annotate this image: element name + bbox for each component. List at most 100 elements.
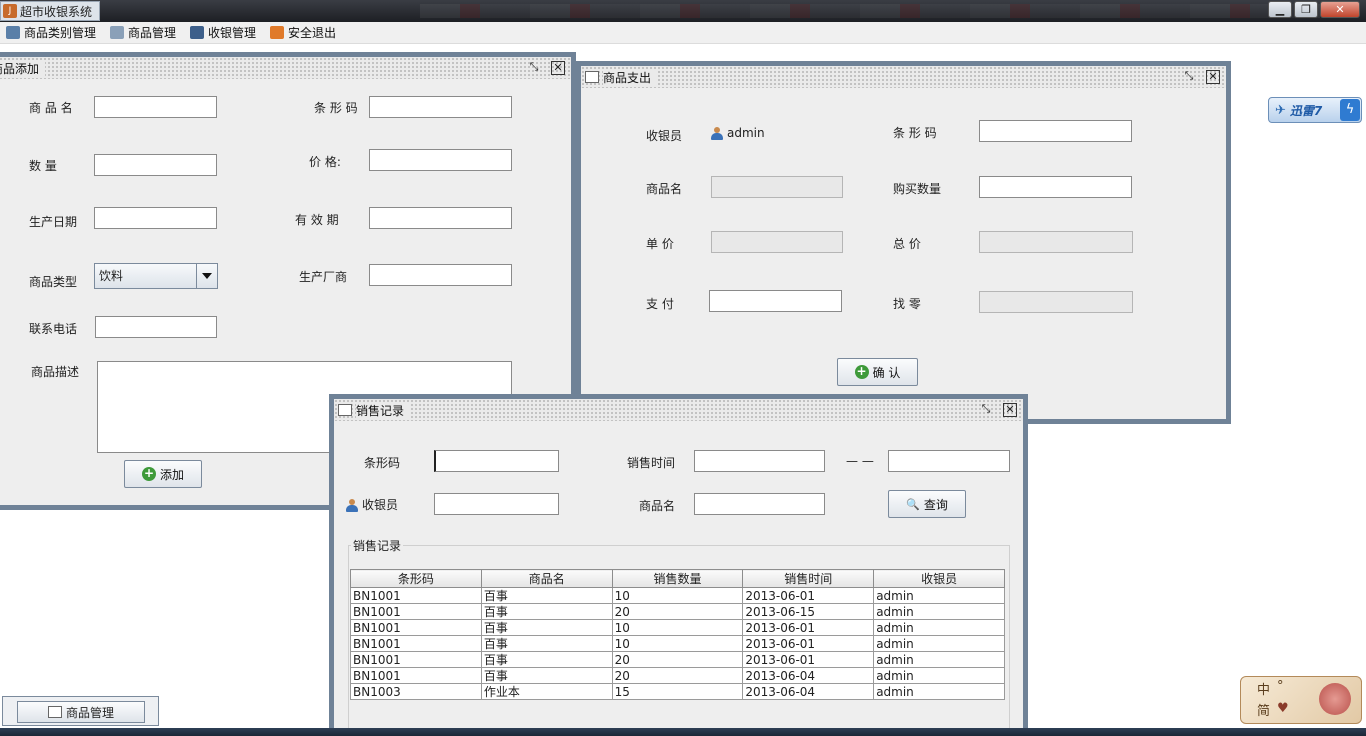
close-icon[interactable]: ✕ xyxy=(551,61,565,75)
cell-quantity: 20 xyxy=(611,651,744,668)
cell-cashier: admin xyxy=(873,587,1005,604)
window-icon xyxy=(338,404,352,416)
phone-input[interactable] xyxy=(95,316,217,338)
close-button[interactable]: ✕ xyxy=(1320,1,1360,18)
label-product-type: 商品类型 xyxy=(29,275,78,289)
label-manufacturer: 生产厂商 xyxy=(299,270,348,284)
label-expiry: 有 效 期 xyxy=(295,213,339,227)
label-phone: 联系电话 xyxy=(29,322,78,336)
menu-exit[interactable]: 安全退出 xyxy=(270,24,336,41)
ime-punct-mode[interactable]: ° xyxy=(1277,679,1284,694)
cell-barcode: BN1001 xyxy=(350,651,482,668)
menu-label: 商品类别管理 xyxy=(24,26,97,40)
window-title: 商品添加 xyxy=(0,59,46,77)
column-header[interactable]: 销售数量 xyxy=(611,569,744,588)
rose-icon xyxy=(1319,683,1351,715)
buy-quantity-input[interactable] xyxy=(979,176,1132,198)
table-row[interactable]: BN1003 作业本 15 2013-06-04 admin xyxy=(350,683,1005,700)
menu-category-management[interactable]: 商品类别管理 xyxy=(6,24,96,41)
cell-barcode: BN1001 xyxy=(350,603,482,620)
column-header[interactable]: 商品名 xyxy=(480,569,613,588)
cell-quantity: 10 xyxy=(611,635,744,652)
close-icon[interactable]: ✕ xyxy=(1206,70,1220,84)
manufacturer-input[interactable] xyxy=(369,264,512,286)
xunlei-label: 迅雷7 xyxy=(1289,103,1323,118)
barcode-input[interactable] xyxy=(369,96,512,118)
cashier-search-input[interactable] xyxy=(434,493,559,515)
cell-product-name: 百事 xyxy=(480,635,613,652)
window-titlebar[interactable]: 销售记录 ⤡ ✕ xyxy=(334,399,1023,421)
table-row[interactable]: BN1001 百事 10 2013-06-01 admin xyxy=(350,619,1005,636)
minimized-frame-button[interactable]: 商品管理 xyxy=(17,701,145,723)
barcode-search-input[interactable] xyxy=(434,450,559,472)
cell-sale-time: 2013-06-15 xyxy=(742,603,875,620)
column-header[interactable]: 销售时间 xyxy=(742,569,875,588)
ime-chinese-mode[interactable]: 中 xyxy=(1257,679,1270,698)
app-title: 超市收银系统 xyxy=(20,4,93,19)
menu-cashier-management[interactable]: 收银管理 xyxy=(190,24,256,41)
cell-sale-time: 2013-06-04 xyxy=(742,667,875,684)
total-price-field xyxy=(979,231,1133,253)
quantity-input[interactable] xyxy=(94,154,217,176)
table-row[interactable]: BN1001 百事 20 2013-06-04 admin xyxy=(350,667,1005,684)
window-titlebar[interactable]: 商品添加 ⤡ ✕ xyxy=(0,57,571,79)
window-titlebar[interactable]: 商品支出 ⤡ ✕ xyxy=(581,66,1226,88)
cell-product-name: 百事 xyxy=(480,603,613,620)
maximize-icon[interactable]: ⤡ xyxy=(527,61,541,75)
close-icon[interactable]: ✕ xyxy=(1003,403,1017,417)
menu-product-management[interactable]: 商品管理 xyxy=(110,24,176,41)
cell-cashier: admin xyxy=(873,651,1005,668)
app-titlebar: J 超市收银系统 ▁ ❐ ✕ xyxy=(0,0,1366,22)
add-icon: + xyxy=(141,466,156,481)
production-date-input[interactable] xyxy=(94,207,217,229)
minimized-frame-product-management[interactable]: 商品管理 xyxy=(2,696,159,726)
sale-time-end-input[interactable] xyxy=(888,450,1010,472)
maximize-icon[interactable]: ⤡ xyxy=(979,403,993,417)
table-row[interactable]: BN1001 百事 20 2013-06-01 admin xyxy=(350,651,1005,668)
ime-status-widget[interactable]: 中 ° 简 ♥ xyxy=(1240,676,1362,724)
window-title: 商品支出 xyxy=(603,68,658,86)
xunlei-widget[interactable]: ✈ 迅雷7 ϟ xyxy=(1268,97,1362,123)
sales-table: 条形码 商品名 销售数量 销售时间 收银员 BN1001 百事 10 2013-… xyxy=(350,569,1005,700)
cashier-value: admin xyxy=(711,126,765,140)
product-name-input[interactable] xyxy=(94,96,217,118)
minimized-frame-label: 商品管理 xyxy=(65,705,114,720)
column-header[interactable]: 收银员 xyxy=(873,569,1005,588)
ime-simplified-mode[interactable]: 简 xyxy=(1257,700,1270,719)
label-barcode: 条 形 码 xyxy=(893,126,937,140)
xunlei-bird-icon: ✈ xyxy=(1275,102,1286,118)
barcode-input[interactable] xyxy=(979,120,1132,142)
user-icon xyxy=(711,127,723,140)
label-payment: 支 付 xyxy=(646,297,674,311)
label-barcode: 条 形 码 xyxy=(314,101,358,115)
add-button[interactable]: + 添加 xyxy=(124,460,202,488)
maximize-icon[interactable]: ⤡ xyxy=(1182,70,1196,84)
table-row[interactable]: BN1001 百事 10 2013-06-01 admin xyxy=(350,635,1005,652)
minimize-button[interactable]: ▁ xyxy=(1268,1,1292,18)
chevron-down-icon[interactable] xyxy=(196,264,217,288)
cell-product-name: 百事 xyxy=(480,619,613,636)
table-row[interactable]: BN1001 百事 10 2013-06-01 admin xyxy=(350,587,1005,604)
price-input[interactable] xyxy=(369,149,512,171)
cell-product-name: 百事 xyxy=(480,667,613,684)
label-cashier: 收银员 xyxy=(646,129,683,143)
java-app-icon: J xyxy=(3,4,17,18)
unit-price-field xyxy=(711,231,843,253)
product-type-value: 饮料 xyxy=(99,269,124,283)
add-icon: + xyxy=(854,364,869,379)
product-name-search-input[interactable] xyxy=(694,493,825,515)
query-button[interactable]: 🔍 查询 xyxy=(888,490,966,518)
pen-icon xyxy=(190,26,205,39)
restore-button[interactable]: ❐ xyxy=(1294,1,1318,18)
table-row[interactable]: BN1001 百事 20 2013-06-15 admin xyxy=(350,603,1005,620)
window-title: 销售记录 xyxy=(356,401,411,419)
column-header[interactable]: 条形码 xyxy=(350,569,482,588)
sale-time-start-input[interactable] xyxy=(694,450,825,472)
cell-quantity: 20 xyxy=(611,667,744,684)
payment-input[interactable] xyxy=(709,290,842,312)
cashier-label-text: 收银员 xyxy=(362,498,399,512)
confirm-button[interactable]: + 确 认 xyxy=(837,358,918,386)
search-icon: 🔍 xyxy=(906,497,920,511)
product-type-select[interactable]: 饮料 xyxy=(94,263,218,289)
expiry-input[interactable] xyxy=(369,207,512,229)
